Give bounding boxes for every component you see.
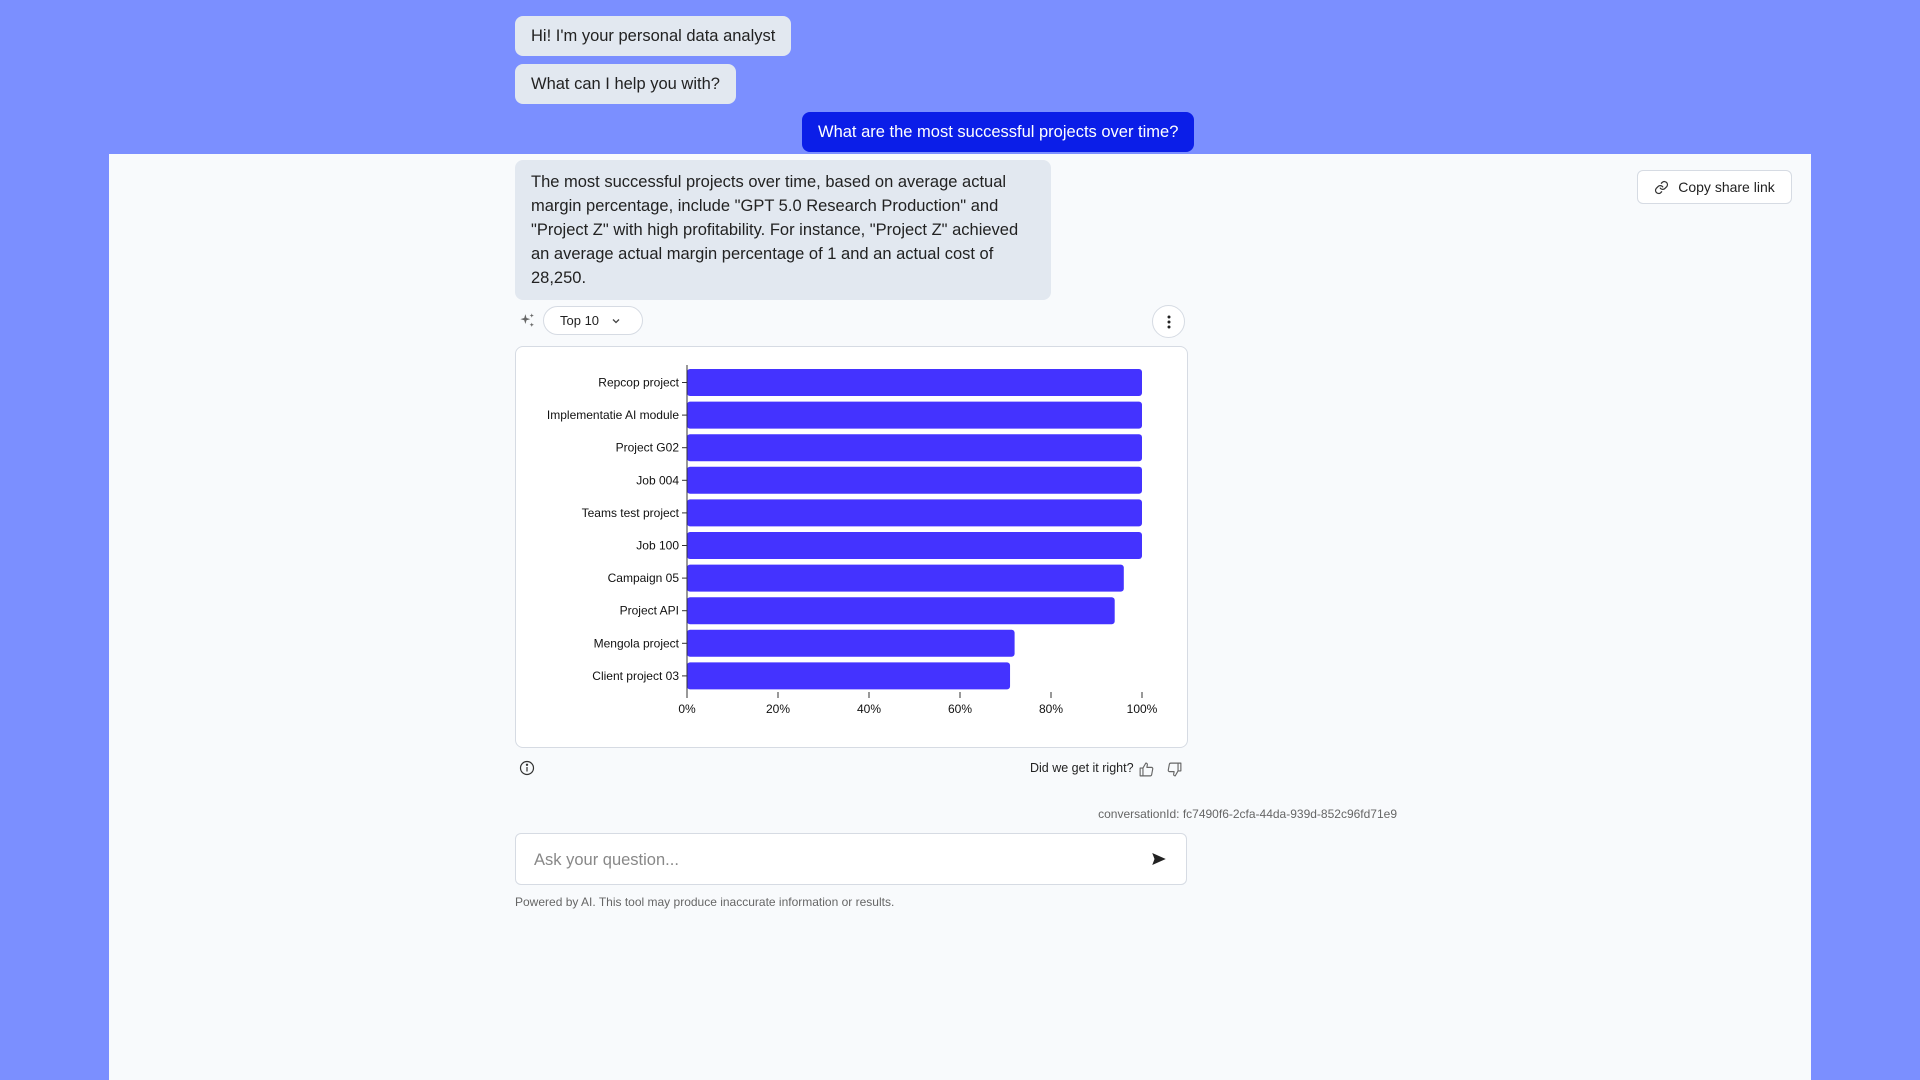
- question-input[interactable]: [532, 834, 1136, 886]
- link-icon: [1655, 180, 1669, 194]
- y-tick-label: Implementatie AI module: [547, 408, 679, 422]
- feedback-question: Did we get it right?: [1030, 761, 1134, 775]
- x-tick-label: 0%: [678, 702, 696, 716]
- y-tick-label: Job 100: [636, 539, 679, 553]
- x-tick-label: 80%: [1039, 702, 1063, 716]
- chart-bar: [687, 662, 1011, 690]
- chart-bar: [687, 532, 1142, 559]
- chart-bar: [687, 499, 1142, 527]
- x-tick-label: 20%: [766, 702, 790, 716]
- top-n-select-label: Top 10: [560, 313, 600, 328]
- y-tick-label: Mengola project: [594, 636, 680, 650]
- chart-bar: [687, 434, 1142, 462]
- chart-card: Repcop project Implementatie AI module Pro…: [515, 346, 1188, 748]
- chart-bar: [687, 369, 1142, 396]
- x-tick-label: 100%: [1127, 702, 1158, 716]
- question-input-box[interactable]: [515, 833, 1187, 886]
- chart-bar: [687, 564, 1124, 592]
- y-tick-label: Job 004: [636, 473, 679, 487]
- y-tick-label: Project API: [620, 604, 679, 618]
- y-tick-label: Client project 03: [592, 669, 679, 683]
- thumbs-up-icon[interactable]: [1138, 761, 1155, 778]
- sparkle-icon: [520, 313, 534, 327]
- user-message: What are the most successful projects ov…: [802, 112, 1195, 152]
- assistant-answer-message: The most successful projects over time, …: [515, 160, 1051, 300]
- chart-bar: [687, 629, 1015, 657]
- more-options-button[interactable]: [1152, 305, 1185, 338]
- assistant-message: Hi! I'm your personal data analyst: [515, 16, 792, 56]
- copy-share-link-label: Copy share link: [1678, 179, 1775, 195]
- y-tick-label: Project G02: [616, 441, 680, 455]
- thumbs-down-icon[interactable]: [1166, 761, 1183, 778]
- x-tick-label: 60%: [948, 702, 972, 716]
- ai-disclaimer: Powered by AI. This tool may produce ina…: [515, 895, 895, 909]
- bar-chart: Repcop project Implementatie AI module Pro…: [547, 365, 1158, 716]
- y-tick-label: Campaign 05: [608, 571, 680, 585]
- chart-bar: [687, 597, 1115, 625]
- assistant-message: What can I help you with?: [515, 64, 736, 104]
- more-vertical-icon: [1167, 315, 1170, 328]
- copy-share-link-button[interactable]: Copy share link: [1637, 170, 1792, 204]
- info-icon[interactable]: [519, 760, 535, 776]
- send-icon[interactable]: [1150, 850, 1168, 868]
- conversation-id: conversationId: fc7490f6-2cfa-44da-939d-…: [1098, 807, 1397, 821]
- chevron-down-icon: [612, 318, 620, 323]
- chart-bar: [687, 401, 1142, 429]
- x-tick-label: 40%: [857, 702, 881, 716]
- chart-bar: [687, 466, 1142, 494]
- y-tick-label: Teams test project: [582, 506, 680, 520]
- top-n-select[interactable]: Top 10: [543, 306, 643, 335]
- y-tick-label: Repcop project: [598, 376, 679, 390]
